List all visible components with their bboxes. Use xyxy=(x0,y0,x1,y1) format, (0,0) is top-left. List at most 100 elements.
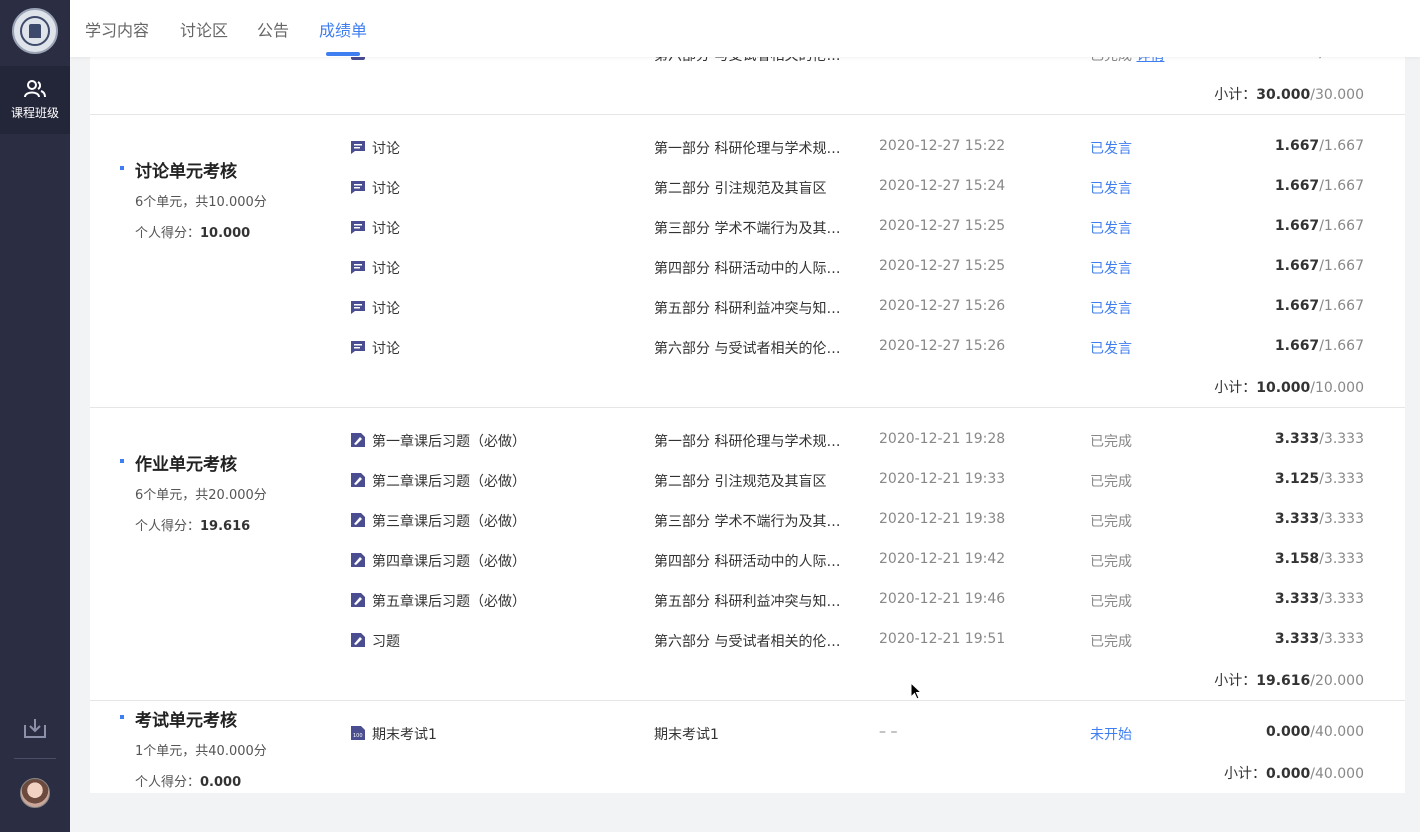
tab-announcement[interactable]: 公告 xyxy=(257,17,289,41)
item-score-max: 1.667 xyxy=(1323,298,1364,314)
item-time: 2020-12-21 19:42 xyxy=(879,551,1006,567)
top-nav: 学习内容 讨论区 公告 成绩单 xyxy=(70,0,1420,57)
active-tab-indicator xyxy=(326,52,360,56)
video-subtotal: 小计：30.000/30.000 xyxy=(1214,87,1364,103)
item-section: 第一部分 科研伦理与学术规… xyxy=(654,141,841,157)
discussion-icon xyxy=(350,299,366,315)
discussion-icon xyxy=(350,259,366,275)
section-divider xyxy=(90,114,1405,115)
item-status[interactable]: 未开始 xyxy=(1090,724,1132,744)
item-score: 3.333/3.333 xyxy=(1274,431,1364,447)
section-title: 讨论单元考核 xyxy=(135,162,237,182)
item-time: 2020-12-21 19:51 xyxy=(879,631,1006,647)
item-score-max: 1.667 xyxy=(1323,138,1364,154)
discussion-icon xyxy=(350,339,366,355)
item-score-max: 3.333 xyxy=(1323,471,1364,487)
item-name[interactable]: 第三章课后习题（必做） xyxy=(372,511,526,531)
item-status[interactable]: 已发言 xyxy=(1090,258,1132,278)
item-status[interactable]: 已发言 xyxy=(1090,138,1132,158)
item-score-value: 1.667 xyxy=(1274,258,1320,274)
section-personal-score: 个人得分：0.000 xyxy=(135,775,242,790)
item-score-value: 0.000 xyxy=(1265,724,1311,740)
item-name[interactable]: 讨论 xyxy=(372,138,400,158)
item-section: 第四部分 科研活动中的人际… xyxy=(654,261,841,277)
item-score-max: 3.333 xyxy=(1323,551,1364,567)
item-status: 已完成 xyxy=(1090,474,1132,490)
exam-icon: 100 xyxy=(350,725,366,741)
section-subtotal: 小计：10.000/10.000 xyxy=(1214,380,1364,396)
item-name[interactable]: 习题 xyxy=(372,631,400,651)
item-status: 已完成 xyxy=(1090,434,1132,450)
item-score: 3.333/3.333 xyxy=(1274,511,1364,527)
section-title: 考试单元考核 xyxy=(135,711,237,731)
item-name[interactable]: 讨论 xyxy=(372,178,400,198)
section-divider xyxy=(90,700,1405,701)
item-status[interactable]: 已发言 xyxy=(1090,178,1132,198)
item-status: 已完成 xyxy=(1090,594,1132,610)
mouse-cursor-icon xyxy=(910,682,922,700)
item-score-value: 3.125 xyxy=(1274,471,1320,487)
section-subtotal: 小计：19.616/20.000 xyxy=(1214,673,1364,689)
item-status[interactable]: 已发言 xyxy=(1090,218,1132,238)
item-score: 1.667/1.667 xyxy=(1274,218,1364,234)
item-score-value: 1.667 xyxy=(1274,218,1320,234)
section-summary: 1个单元，共40.000分 xyxy=(135,744,267,759)
item-status[interactable]: 已发言 xyxy=(1090,298,1132,318)
users-icon xyxy=(24,79,46,97)
item-score-max: 1.667 xyxy=(1323,178,1364,194)
homework-icon xyxy=(350,512,366,528)
tab-discussion[interactable]: 讨论区 xyxy=(180,17,228,41)
section-summary: 6个单元，共10.000分 xyxy=(135,195,267,210)
item-name[interactable]: 第四章课后习题（必做） xyxy=(372,551,526,571)
item-score-value: 3.333 xyxy=(1274,631,1320,647)
item-section: 期末考试1 xyxy=(654,727,719,743)
university-logo[interactable] xyxy=(12,8,58,54)
item-score: 0.000/40.000 xyxy=(1265,724,1364,740)
item-name[interactable]: 讨论 xyxy=(372,218,400,238)
item-name[interactable]: 讨论 xyxy=(372,338,400,358)
sidebar: 课程班级 xyxy=(0,0,70,832)
svg-text:100: 100 xyxy=(353,733,363,739)
section-personal-score: 个人得分：10.000 xyxy=(135,226,251,241)
item-name[interactable]: 讨论 xyxy=(372,258,400,278)
tab-transcript[interactable]: 成绩单 xyxy=(319,17,367,41)
item-name[interactable]: 第五章课后习题（必做） xyxy=(372,591,526,611)
item-name[interactable]: 第一章课后习题（必做） xyxy=(372,431,526,451)
homework-icon xyxy=(350,592,366,608)
item-name[interactable]: 讨论 xyxy=(372,298,400,318)
item-status[interactable]: 已发言 xyxy=(1090,338,1132,358)
section-subtotal: 小计：0.000/40.000 xyxy=(1223,766,1364,782)
item-section: 第三部分 学术不端行为及其… xyxy=(654,514,841,530)
item-score-value: 3.333 xyxy=(1274,431,1320,447)
item-time: 2020-12-27 15:25 xyxy=(879,218,1006,234)
avatar[interactable] xyxy=(20,778,50,808)
item-score-max: 40.000 xyxy=(1315,724,1364,740)
item-name[interactable]: 期末考试1 xyxy=(372,724,437,744)
section-title: 作业单元考核 xyxy=(135,455,237,475)
item-time: 2020-12-21 19:28 xyxy=(879,431,1006,447)
item-score-max: 1.667 xyxy=(1323,258,1364,274)
item-score: 1.667/1.667 xyxy=(1274,138,1364,154)
item-time: 2020-12-27 15:26 xyxy=(879,298,1006,314)
tab-learning-content[interactable]: 学习内容 xyxy=(85,17,149,41)
item-score-value: 1.667 xyxy=(1274,338,1320,354)
item-section: 第三部分 学术不端行为及其… xyxy=(654,221,841,237)
item-score: 1.667/1.667 xyxy=(1274,178,1364,194)
sidebar-item-label: 课程班级 xyxy=(10,105,59,120)
discussion-icon xyxy=(350,179,366,195)
download-icon[interactable] xyxy=(23,717,47,739)
item-time: 2020-12-27 15:26 xyxy=(879,338,1006,354)
item-score-max: 3.333 xyxy=(1323,431,1364,447)
item-time: 2020-12-21 19:33 xyxy=(879,471,1006,487)
item-score-value: 1.667 xyxy=(1274,178,1320,194)
item-score-max: 1.667 xyxy=(1323,218,1364,234)
item-score-max: 3.333 xyxy=(1323,631,1364,647)
item-score: 1.667/1.667 xyxy=(1274,338,1364,354)
section-bullet xyxy=(120,166,124,170)
sidebar-item-class[interactable]: 课程班级 xyxy=(0,66,70,134)
item-score-value: 1.667 xyxy=(1274,298,1320,314)
item-section: 第五部分 科研利益冲突与知… xyxy=(654,594,841,610)
item-name[interactable]: 第二章课后习题（必做） xyxy=(372,471,526,491)
item-status: 已完成 xyxy=(1090,554,1132,570)
item-time: – – xyxy=(879,724,898,740)
